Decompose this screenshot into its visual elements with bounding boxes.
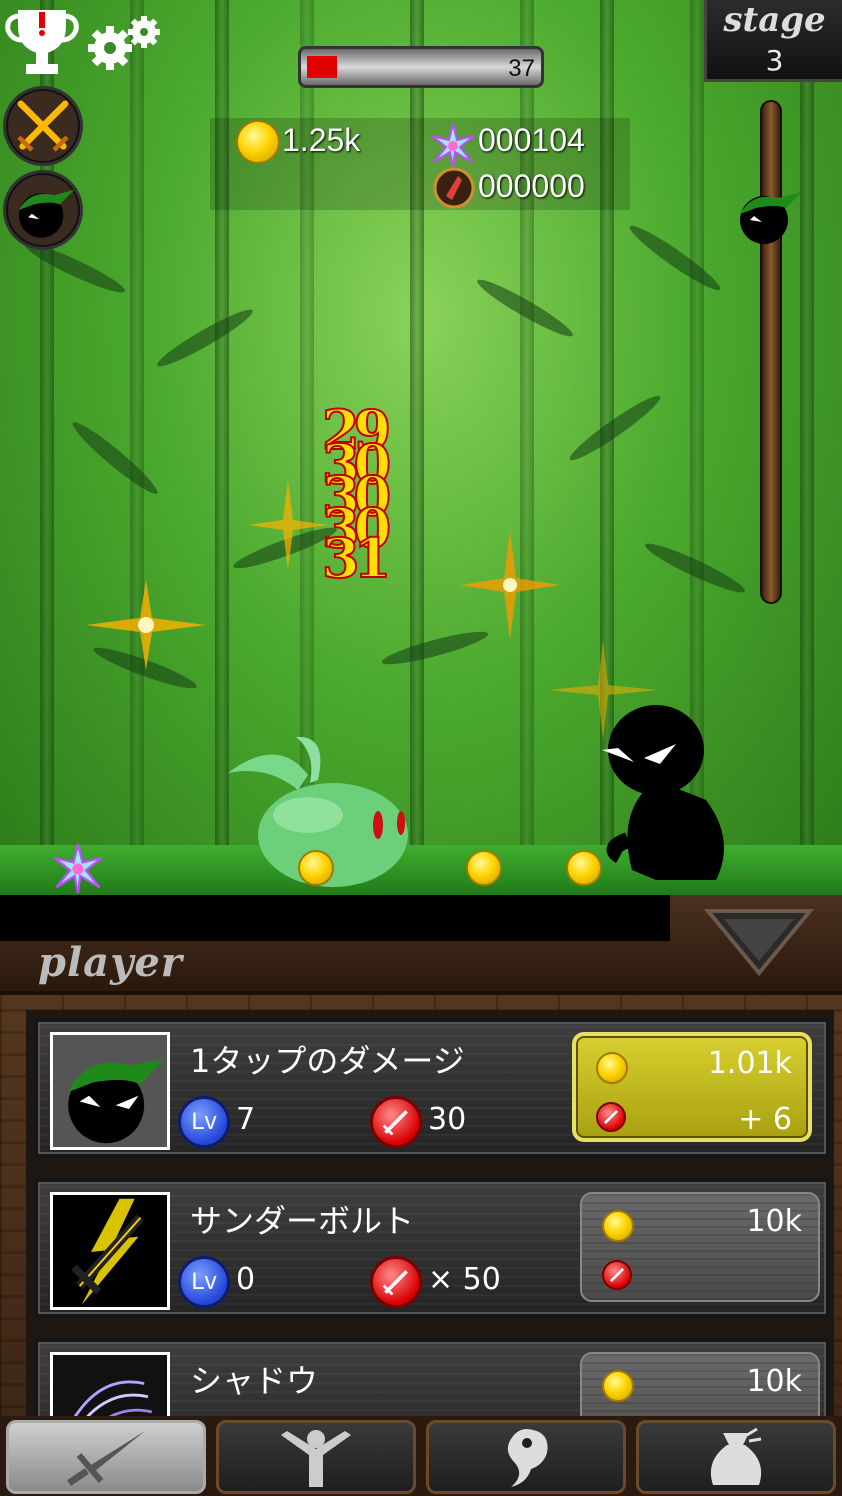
gold-amount: 1.25k [282, 122, 361, 158]
ninja-portrait-icon [18, 189, 75, 238]
upgrade-cost: 10k [746, 1364, 802, 1399]
tab-heroes[interactable] [216, 1420, 416, 1494]
ninja-hero-button[interactable] [3, 170, 83, 250]
upgrade-attack: × 50 [428, 1262, 501, 1297]
sword-icon [67, 1431, 145, 1486]
gold-coin-icon [596, 1052, 628, 1084]
relic-amount: 000000 [478, 168, 585, 204]
bamboo-leaf [153, 303, 257, 373]
upgrade-buy-button[interactable]: 1.01k + 6 [572, 1032, 812, 1142]
attack-sword-icon [370, 1096, 422, 1148]
crossed-swords-icon [17, 100, 69, 152]
upgrade-thumbnail [50, 1192, 170, 1310]
panel-header: player [0, 895, 842, 995]
tab-shop[interactable] [636, 1420, 836, 1494]
attack-sword-icon [602, 1260, 632, 1290]
settings-gear-icon[interactable] [86, 12, 166, 72]
stage-label: stage [723, 0, 826, 40]
level-icon: Lv [178, 1096, 230, 1148]
player-panel: player 1タップのダメージ Lv 7 30 1.01k + 6 サンダーボ… [0, 895, 842, 1496]
bottom-nav [0, 1416, 842, 1496]
magatama-icon [507, 1429, 548, 1487]
upgrade-level: 7 [236, 1102, 256, 1137]
bamboo-leaf [625, 219, 725, 297]
trophy-icon[interactable] [4, 6, 80, 80]
panel-header-strip [0, 895, 670, 941]
upgrade-row-thunderbolt: サンダーボルト Lv 0 × 50 10k [34, 1178, 830, 1318]
gold-coin-icon [236, 120, 280, 164]
dropped-gem-icon[interactable] [52, 842, 104, 894]
stage-progress-track [760, 100, 782, 604]
gold-coin-icon [602, 1370, 634, 1402]
ninja-progress-marker-icon [740, 192, 802, 244]
ninja-portrait-icon [53, 1035, 167, 1147]
bag-icon [710, 1427, 762, 1485]
stage-number: 3 [765, 44, 784, 77]
bamboo-leaf [565, 389, 665, 467]
upgrade-name: 1タップのダメージ [190, 1042, 465, 1080]
game-field[interactable]: 37 1.25k 000104 000000 stage 3 29 30 30 … [0, 0, 842, 900]
tab-player[interactable] [6, 1420, 206, 1494]
hit-spark-icon [460, 530, 560, 640]
bamboo-stalk [800, 0, 814, 850]
hero-icon [281, 1430, 351, 1487]
upgrade-name: シャドウ [190, 1362, 319, 1400]
attack-sword-icon [370, 1256, 422, 1308]
enemy-hp-bar: 37 [298, 46, 544, 88]
bamboo-stalk [130, 0, 144, 850]
upgrade-cost: 1.01k [707, 1046, 792, 1081]
damage-number: 31 [321, 525, 392, 591]
bamboo-leaf [67, 416, 163, 500]
hit-spark-icon [248, 480, 328, 570]
stage-indicator: stage 3 [704, 0, 842, 82]
dropped-coin[interactable] [566, 850, 602, 886]
upgrade-buy-button[interactable]: 10k [580, 1192, 820, 1302]
upgrade-name: サンダーボルト [190, 1202, 415, 1240]
crossed-swords-button[interactable] [3, 86, 83, 166]
enemy-hp-fill [307, 56, 337, 78]
upgrade-cost: 10k [746, 1204, 802, 1239]
attack-sword-icon [596, 1102, 626, 1132]
thunder-sword-icon [53, 1195, 167, 1307]
tab-relics[interactable] [426, 1420, 626, 1494]
gem-amount: 000104 [478, 122, 585, 158]
level-icon: Lv [178, 1256, 230, 1308]
collapse-panel-icon[interactable] [704, 907, 814, 977]
panel-title: player [38, 939, 183, 986]
enemy-hp-value: 37 [508, 55, 535, 82]
upgrade-attack: 30 [428, 1102, 467, 1137]
dropped-coin[interactable] [466, 850, 502, 886]
upgrade-row-tap-damage: 1タップのダメージ Lv 7 30 1.01k + 6 [34, 1018, 830, 1158]
upgrade-gain: + 6 [738, 1102, 792, 1137]
ninja-player [602, 705, 724, 880]
upgrade-list[interactable]: 1タップのダメージ Lv 7 30 1.01k + 6 サンダーボルト Lv 0… [26, 1010, 834, 1478]
relic-icon [433, 167, 475, 209]
upgrade-level: 0 [236, 1262, 256, 1297]
gem-star-icon [431, 123, 475, 168]
dropped-coin[interactable] [298, 850, 334, 886]
gold-coin-icon [602, 1210, 634, 1242]
hit-spark-icon [86, 580, 206, 670]
upgrade-thumbnail [50, 1032, 170, 1150]
